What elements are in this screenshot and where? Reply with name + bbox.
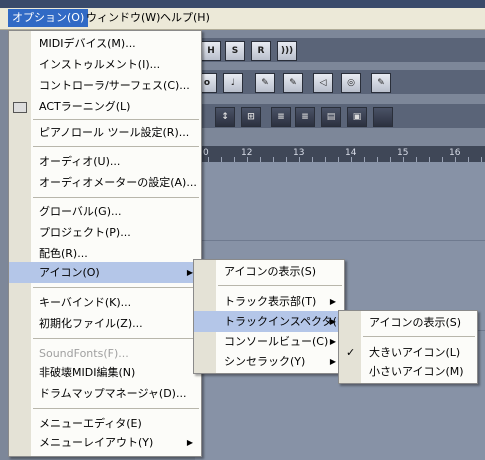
transport-h-button[interactable]: H <box>201 41 221 61</box>
menu-item-drum-map-manager[interactable]: ドラムマップマネージャ(D)... <box>9 383 201 404</box>
menu-item-console-view[interactable]: コンソールビュー(C) ▶ <box>194 331 344 352</box>
speaker-icon[interactable]: ◁ <box>313 73 333 93</box>
restore-icon[interactable]: ▣ <box>347 107 367 127</box>
pencil-tool-icon[interactable]: ✎ <box>283 73 303 93</box>
menu-item-controllers[interactable]: コントローラ/サーフェス(C)... <box>9 75 201 96</box>
menu-item-label: ピアノロール ツール設定(R)... <box>39 126 190 139</box>
blank-icon[interactable] <box>373 107 393 127</box>
menu-item-label: ACTラーニング(L) <box>39 100 131 113</box>
menu-separator <box>218 285 342 286</box>
menu-item-label: 配色(R)... <box>39 247 88 260</box>
menu-item-label: トラックインスペクタ(I) <box>224 315 345 328</box>
wireless-icon[interactable]: ))) <box>277 41 297 61</box>
menu-separator <box>33 287 199 288</box>
submenu-arrow-icon: ▶ <box>329 297 336 306</box>
menu-item-label: 初期化ファイル(Z)... <box>39 317 143 330</box>
inspector-icons-submenu: アイコンの表示(S) ✓ 大きいアイコン(L) 小さいアイコン(M) <box>338 310 478 384</box>
time-ruler[interactable]: 0 12 13 14 15 16 <box>195 146 485 162</box>
menu-item-label: オーディオ(U)... <box>39 155 121 168</box>
menu-item-label: メニューエディタ(E) <box>39 417 142 430</box>
menu-item-nondestructive-midi[interactable]: 非破壊MIDI編集(N) <box>9 362 201 383</box>
menu-separator <box>33 119 199 120</box>
menu-help[interactable]: ヘルプ(H) <box>156 9 214 27</box>
submenu-arrow-icon: ▶ <box>329 317 336 326</box>
menu-item-track-view[interactable]: トラック表示部(T) ▶ <box>194 291 344 312</box>
submenu-arrow-icon: ▶ <box>329 357 336 366</box>
menu-item-label: アイコンの表示(S) <box>224 265 317 278</box>
note-edit-icon[interactable]: ✎ <box>371 73 391 93</box>
menu-item-label: 非破壊MIDI編集(N) <box>39 366 136 379</box>
menu-item-act-learning[interactable]: ACTラーニング(L) <box>9 96 201 117</box>
menu-item-label: アイコン(O) <box>39 266 100 279</box>
menu-item-colors[interactable]: 配色(R)... <box>9 243 201 264</box>
grid-icon[interactable]: ⊞ <box>241 107 261 127</box>
menu-item-project[interactable]: プロジェクト(P)... <box>9 222 201 243</box>
menu-item-audio-meter[interactable]: オーディオメーターの設定(A)... <box>9 172 201 193</box>
menu-item-midi-devices[interactable]: MIDIデバイス(M)... <box>9 33 201 54</box>
view-toolbar: ↕ ⊞ ≡ ≡ ▤ ▣ <box>195 104 485 128</box>
options-menu: MIDIデバイス(M)... インストゥルメント(I)... コントローラ/サー… <box>8 30 202 457</box>
menu-window[interactable]: ウィンドウ(W) <box>82 9 164 27</box>
menu-item-label: キーバインド(K)... <box>39 296 132 309</box>
menu-options[interactable]: オプション(O) <box>8 9 89 27</box>
menu-item-menu-layout[interactable]: メニューレイアウト(Y) ▶ <box>9 432 201 453</box>
menu-item-track-inspector[interactable]: トラックインスペクタ(I) ▶ <box>194 311 344 332</box>
transport-r-button[interactable]: R <box>251 41 271 61</box>
menu-item-label: メニューレイアウト(Y) <box>39 436 154 449</box>
menu-item-global[interactable]: グローバル(G)... <box>9 201 201 222</box>
menu-separator <box>33 146 199 147</box>
menu-bar: オプション(O) ウィンドウ(W) ヘルプ(H) <box>0 8 485 30</box>
icons-submenu: アイコンの表示(S) トラック表示部(T) ▶ トラックインスペクタ(I) ▶ コン… <box>193 259 345 374</box>
menu-item-label: プロジェクト(P)... <box>39 226 131 239</box>
menu-item-label: コントローラ/サーフェス(C)... <box>39 79 190 92</box>
menu-separator <box>33 197 199 198</box>
menu-item-menu-editor[interactable]: メニューエディタ(E) <box>9 413 201 434</box>
menu-item-audio[interactable]: オーディオ(U)... <box>9 151 201 172</box>
act-learning-icon <box>13 102 27 113</box>
menu-item-label: グローバル(G)... <box>39 205 122 218</box>
menu-item-show-icons[interactable]: アイコンの表示(S) <box>194 261 344 282</box>
menu-item-label: シンセラック(Y) <box>224 355 306 368</box>
menu-item-synth-rack[interactable]: シンセラック(Y) ▶ <box>194 351 344 372</box>
menu-separator <box>33 338 199 339</box>
window-icon[interactable]: ▤ <box>321 107 341 127</box>
menu-item-small-icons[interactable]: 小さいアイコン(M) <box>339 361 477 382</box>
menu-item-pianoroll-tools[interactable]: ピアノロール ツール設定(R)... <box>9 122 201 143</box>
menu-separator <box>363 336 475 337</box>
submenu-arrow-icon: ▶ <box>329 337 336 346</box>
lines-icon[interactable]: ≡ <box>295 107 315 127</box>
record-dial-icon[interactable]: ◎ <box>341 73 361 93</box>
menu-item-label: 大きいアイコン(L) <box>369 346 461 359</box>
menu-item-keybindings[interactable]: キーバインド(K)... <box>9 292 201 313</box>
track-divider <box>195 240 485 241</box>
menu-item-label: アイコンの表示(S) <box>369 316 462 329</box>
menu-item-init-file[interactable]: 初期化ファイル(Z)... <box>9 313 201 334</box>
menu-item-icons[interactable]: アイコン(O) ▶ <box>9 262 201 283</box>
tools-toolbar: o ♩ ✎ ✎ ◁ ◎ ✎ <box>195 70 485 94</box>
menu-item-large-icons[interactable]: ✓ 大きいアイコン(L) <box>339 342 477 363</box>
edit-tool-icon[interactable]: ✎ <box>255 73 275 93</box>
window-top-strip <box>0 0 485 8</box>
menu-item-label: ドラムマップマネージャ(D)... <box>39 387 187 400</box>
fit-vertical-icon[interactable]: ↕ <box>215 107 235 127</box>
transport-s-button[interactable]: S <box>225 41 245 61</box>
menu-item-label: 小さいアイコン(M) <box>369 365 464 378</box>
menu-item-label: MIDIデバイス(M)... <box>39 37 136 50</box>
menu-separator <box>33 408 199 409</box>
checkmark-icon: ✓ <box>346 346 356 359</box>
menu-item-label: インストゥルメント(I)... <box>39 58 161 71</box>
note-quarter-icon[interactable]: ♩ <box>223 73 243 93</box>
submenu-arrow-icon: ▶ <box>186 438 193 447</box>
menu-item-label: SoundFonts(F)... <box>39 347 129 360</box>
menu-item-inspector-show-icons[interactable]: アイコンの表示(S) <box>339 312 477 333</box>
transport-toolbar: H S R ))) <box>195 38 485 62</box>
list-icon[interactable]: ≡ <box>271 107 291 127</box>
menu-item-label: コンソールビュー(C) <box>224 335 329 348</box>
menu-item-soundfonts: SoundFonts(F)... <box>9 343 201 364</box>
menu-item-label: オーディオメーターの設定(A)... <box>39 176 197 189</box>
menu-item-label: トラック表示部(T) <box>224 295 317 308</box>
menu-item-instruments[interactable]: インストゥルメント(I)... <box>9 54 201 75</box>
